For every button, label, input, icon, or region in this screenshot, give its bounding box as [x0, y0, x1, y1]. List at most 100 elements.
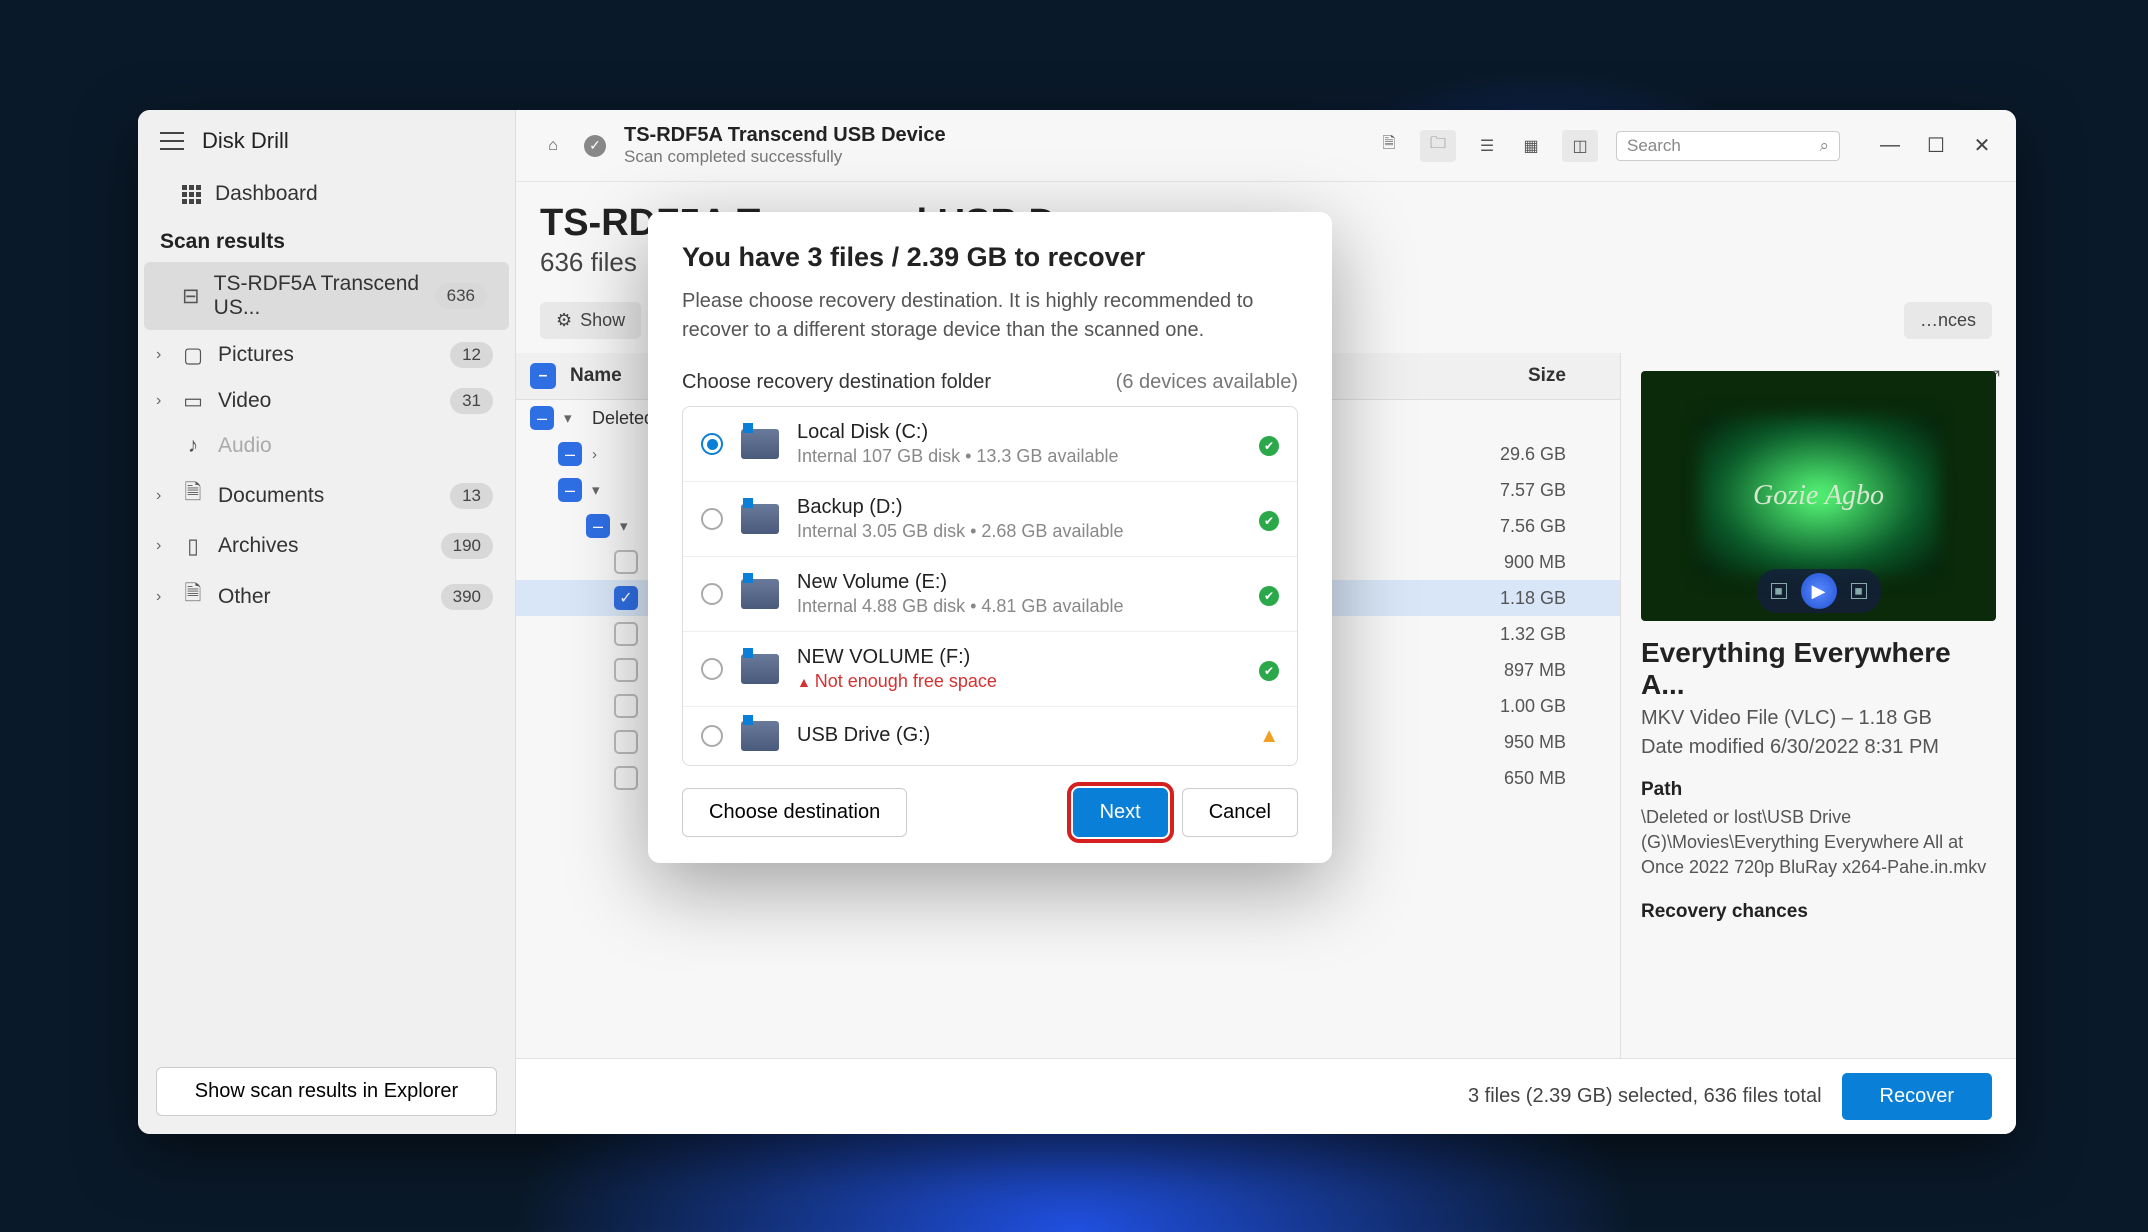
dialog-buttons: Choose destination Next Cancel: [682, 788, 1298, 837]
filter-show[interactable]: ⚙Show: [540, 302, 641, 339]
destination-radio[interactable]: [701, 725, 723, 747]
row-checkbox[interactable]: –: [586, 514, 610, 538]
sidebar-item-label: Video: [218, 389, 271, 413]
sidebar-item-1[interactable]: ›▢Pictures12: [138, 332, 515, 378]
destination-info: NEW VOLUME (F:)Not enough free space: [797, 646, 1241, 692]
destination-radio[interactable]: [701, 433, 723, 455]
row-checkbox[interactable]: [614, 766, 638, 790]
row-size: 1.00 GB: [1500, 696, 1566, 717]
window-controls: — ☐ ✕: [1880, 136, 1992, 156]
list-view-icon[interactable]: ☰: [1474, 133, 1500, 159]
sidebar-item-4[interactable]: ›🗎Documents13: [138, 468, 515, 523]
destination-detail: Internal 3.05 GB disk • 2.68 GB availabl…: [797, 521, 1241, 542]
sidebar-section-scan-results: Scan results: [138, 216, 515, 260]
menu-icon[interactable]: [160, 132, 184, 150]
destination-row[interactable]: Local Disk (C:)Internal 107 GB disk • 13…: [683, 407, 1297, 482]
row-checkbox[interactable]: [614, 622, 638, 646]
row-checkbox[interactable]: ✓: [614, 586, 638, 610]
destination-detail: Not enough free space: [797, 671, 1241, 692]
destination-radio[interactable]: [701, 658, 723, 680]
destination-info: Backup (D:)Internal 3.05 GB disk • 2.68 …: [797, 496, 1241, 542]
destination-name: USB Drive (G:): [797, 724, 1241, 747]
destination-detail: Internal 107 GB disk • 13.3 GB available: [797, 446, 1241, 467]
show-in-explorer-button[interactable]: Show scan results in Explorer: [156, 1067, 497, 1116]
recover-button[interactable]: Recover: [1842, 1073, 1992, 1120]
destination-status-icon: [1259, 658, 1279, 681]
count-badge: 390: [441, 584, 493, 610]
row-size: 950 MB: [1504, 732, 1566, 753]
destination-name: New Volume (E:): [797, 571, 1241, 594]
row-checkbox[interactable]: [614, 658, 638, 682]
preview-panel: ⤢ Gozie Agbo ◼ ▶ ◼ Everything Everywhere…: [1620, 353, 2016, 1058]
choose-destination-button[interactable]: Choose destination: [682, 788, 907, 837]
row-checkbox[interactable]: [614, 550, 638, 574]
item-icon: ♪: [182, 434, 204, 458]
sidebar-item-2[interactable]: ›▭Video31: [138, 378, 515, 424]
dialog-description: Please choose recovery destination. It i…: [682, 287, 1298, 345]
expand-icon[interactable]: ▾: [592, 481, 610, 499]
preview-thumbnail[interactable]: Gozie Agbo ◼ ▶ ◼: [1641, 371, 1996, 621]
expand-icon[interactable]: ›: [592, 446, 610, 463]
sidebar-item-label: Pictures: [218, 343, 294, 367]
row-checkbox[interactable]: [614, 694, 638, 718]
check-icon: ✓: [584, 135, 606, 157]
sidebar-dashboard[interactable]: Dashboard: [138, 172, 515, 216]
row-checkbox[interactable]: [614, 730, 638, 754]
row-checkbox[interactable]: –: [530, 406, 554, 430]
drive-icon: [741, 504, 779, 534]
maximize-button[interactable]: ☐: [1926, 136, 1946, 156]
cancel-button[interactable]: Cancel: [1182, 788, 1298, 837]
drive-icon: [741, 654, 779, 684]
sidebar-item-5[interactable]: ›▯Archives190: [138, 523, 515, 569]
prev-button[interactable]: ◼: [1771, 583, 1787, 599]
destination-row[interactable]: Backup (D:)Internal 3.05 GB disk • 2.68 …: [683, 482, 1297, 557]
row-checkbox[interactable]: –: [558, 442, 582, 466]
search-icon: ⌕: [1819, 136, 1829, 156]
panel-toggle-icon[interactable]: ◫: [1562, 130, 1598, 162]
close-button[interactable]: ✕: [1972, 136, 1992, 156]
row-size: 1.32 GB: [1500, 624, 1566, 645]
row-size: 897 MB: [1504, 660, 1566, 681]
destination-radio[interactable]: [701, 583, 723, 605]
sidebar-item-3[interactable]: ♪Audio: [138, 424, 515, 468]
filter-chances[interactable]: …nces: [1904, 302, 1992, 339]
home-icon[interactable]: ⌂: [540, 133, 566, 159]
play-button[interactable]: ▶: [1801, 573, 1837, 609]
expand-icon[interactable]: ▾: [620, 517, 638, 535]
sidebar-header: Disk Drill: [138, 110, 515, 172]
grid-view-icon[interactable]: ▦: [1518, 133, 1544, 159]
destination-info: USB Drive (G:): [797, 724, 1241, 749]
row-checkbox[interactable]: –: [558, 478, 582, 502]
select-all-checkbox[interactable]: –: [530, 363, 556, 389]
sidebar-item-0[interactable]: ⊟TS-RDF5A Transcend US...636: [144, 262, 509, 330]
file-icon[interactable]: 🗎: [1376, 133, 1402, 159]
drive-icon: [741, 721, 779, 751]
app-title: Disk Drill: [202, 128, 289, 154]
next-button[interactable]: ◼: [1851, 583, 1867, 599]
destination-row[interactable]: New Volume (E:)Internal 4.88 GB disk • 4…: [683, 557, 1297, 632]
item-icon: ▭: [182, 389, 204, 414]
destination-radio[interactable]: [701, 508, 723, 530]
expand-icon[interactable]: ▾: [564, 409, 582, 427]
search-input[interactable]: Search ⌕: [1616, 131, 1840, 161]
destination-row[interactable]: USB Drive (G:): [683, 707, 1297, 765]
preview-title: Everything Everywhere A...: [1641, 637, 1996, 701]
sidebar-item-6[interactable]: ›🗎Other390: [138, 569, 515, 624]
row-size: 7.56 GB: [1500, 516, 1566, 537]
item-icon: ⊟: [182, 284, 200, 309]
item-icon: 🗎: [182, 478, 204, 513]
status-info: 3 files (2.39 GB) selected, 636 files to…: [1468, 1085, 1822, 1108]
col-name[interactable]: Name: [570, 365, 622, 387]
sidebar-item-label: Documents: [218, 484, 324, 508]
folder-icon[interactable]: 🗀: [1420, 130, 1456, 162]
destination-status-icon: [1259, 725, 1279, 748]
count-badge: 31: [450, 388, 493, 414]
destination-row[interactable]: NEW VOLUME (F:)Not enough free space: [683, 632, 1297, 707]
next-button[interactable]: Next: [1073, 788, 1168, 837]
count-badge: 190: [441, 533, 493, 559]
chevron-right-icon: ›: [156, 588, 161, 606]
preview-path: \Deleted or lost\USB Drive (G)\Movies\Ev…: [1641, 805, 1996, 881]
destination-list: Local Disk (C:)Internal 107 GB disk • 13…: [682, 406, 1298, 766]
col-size[interactable]: Size: [1528, 365, 1566, 387]
minimize-button[interactable]: —: [1880, 136, 1900, 156]
